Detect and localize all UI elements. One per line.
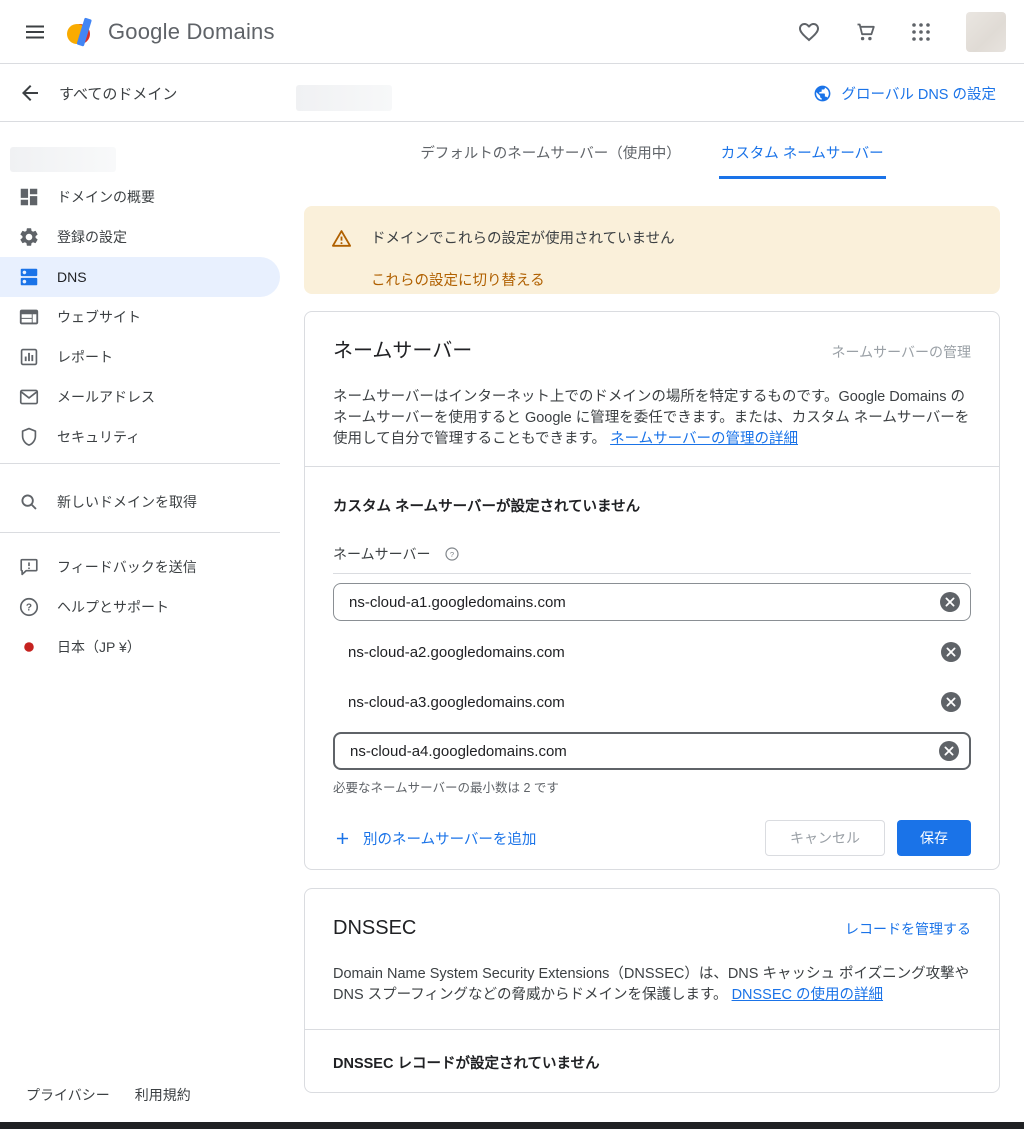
apps-grid-icon[interactable] bbox=[908, 19, 934, 45]
dns-icon bbox=[18, 266, 40, 288]
sidebar-item-registration-settings[interactable]: 登録の設定 bbox=[0, 217, 280, 257]
sidebar-item-get-new-domain[interactable]: 新しいドメインを取得 bbox=[0, 482, 280, 522]
tab-custom-nameservers[interactable]: カスタム ネームサーバー bbox=[719, 122, 886, 179]
sidebar-item-domain-overview[interactable]: ドメインの概要 bbox=[0, 177, 280, 217]
sidebar-divider bbox=[0, 463, 280, 464]
add-nameserver-link[interactable]: 別のネームサーバーを追加 bbox=[333, 828, 536, 849]
card-divider bbox=[305, 1029, 999, 1030]
clear-input-icon[interactable] bbox=[939, 591, 961, 613]
dnssec-card: DNSSEC レコードを管理する Domain Name System Secu… bbox=[304, 888, 1000, 1093]
manage-records-link[interactable]: レコードを管理する bbox=[845, 919, 971, 939]
google-domains-logo-icon bbox=[66, 15, 98, 49]
warning-banner: ドメインでこれらの設定が使用されていません これらの設定に切り替える bbox=[304, 206, 1000, 294]
help-circle-icon[interactable]: ? bbox=[444, 546, 460, 562]
gear-icon bbox=[18, 226, 40, 248]
global-dns-settings-label: グローバル DNS の設定 bbox=[841, 83, 996, 104]
heart-icon[interactable] bbox=[796, 19, 822, 45]
nameserver-input-row bbox=[333, 583, 971, 621]
globe-icon bbox=[813, 84, 832, 103]
nameserver-input-3[interactable] bbox=[333, 683, 971, 721]
footer-links: プライバシー 利用規約 bbox=[26, 1085, 191, 1105]
back-arrow-icon[interactable] bbox=[17, 80, 43, 106]
dnssec-card-header: DNSSEC レコードを管理する bbox=[333, 915, 971, 941]
bottom-bar bbox=[0, 1122, 1024, 1129]
shield-icon bbox=[18, 426, 40, 448]
min-nameservers-helper: 必要なネームサーバーの最小数は 2 です bbox=[333, 780, 971, 797]
dnssec-empty-state: DNSSEC レコードが設定されていません bbox=[333, 1054, 971, 1074]
main-content: デフォルトのネームサーバー（使用中） カスタム ネームサーバー ドメインでこれら… bbox=[304, 122, 1000, 1129]
report-icon bbox=[18, 346, 40, 368]
all-domains-label[interactable]: すべてのドメイン bbox=[59, 83, 177, 104]
domain-overview-icon bbox=[18, 186, 40, 208]
nameserver-card-actions: 別のネームサーバーを追加 キャンセル 保存 bbox=[333, 820, 971, 856]
nameserver-tabs: デフォルトのネームサーバー（使用中） カスタム ネームサーバー bbox=[304, 122, 1000, 179]
redacted-domain-name bbox=[10, 147, 116, 172]
app-bar: Google Domains bbox=[0, 0, 1024, 64]
terms-link[interactable]: 利用規約 bbox=[135, 1085, 191, 1105]
sidebar-item-send-feedback[interactable]: フィードバックを送信 bbox=[0, 547, 280, 587]
nameserver-input-1[interactable] bbox=[334, 584, 970, 620]
brand-name: Google Domains bbox=[108, 19, 275, 45]
clear-input-icon[interactable] bbox=[940, 691, 962, 713]
custom-nameservers-empty-state: カスタム ネームサーバーが設定されていません bbox=[333, 497, 971, 517]
dnssec-description: Domain Name System Security Extensions（D… bbox=[333, 964, 971, 1006]
domain-sub-header: すべてのドメイン グローバル DNS の設定 bbox=[0, 65, 1024, 122]
warning-message: ドメインでこれらの設定が使用されていません bbox=[371, 227, 675, 248]
search-icon bbox=[18, 491, 40, 513]
sidebar-item-website[interactable]: ウェブサイト bbox=[0, 297, 280, 337]
global-dns-settings-link[interactable]: グローバル DNS の設定 bbox=[813, 83, 996, 104]
mail-icon bbox=[18, 386, 40, 408]
google-domains-logo[interactable]: Google Domains bbox=[66, 15, 275, 49]
manage-nameservers-label: ネームサーバーの管理 bbox=[832, 342, 971, 362]
nameserver-learn-more-link[interactable]: ネームサーバーの管理の詳細 bbox=[610, 431, 798, 447]
menu-icon[interactable] bbox=[22, 20, 48, 44]
warning-banner-body: ドメインでこれらの設定が使用されていません これらの設定に切り替える bbox=[371, 227, 675, 273]
redacted-domain-name bbox=[296, 85, 392, 111]
google-domains-page: Google Domains すべてのドメイン グローバル DNS の bbox=[0, 0, 1024, 1129]
dnssec-learn-more-link[interactable]: DNSSEC の使用の詳細 bbox=[732, 987, 883, 1003]
feedback-icon bbox=[18, 556, 40, 578]
nameserver-input-4[interactable] bbox=[335, 734, 969, 768]
sidebar-item-locale-japan[interactable]: 日本（JP ¥） bbox=[0, 627, 280, 667]
help-icon: ? bbox=[18, 596, 40, 618]
sidebar-item-email[interactable]: メールアドレス bbox=[0, 377, 280, 417]
button-group: キャンセル 保存 bbox=[765, 820, 971, 856]
sidebar-item-reports[interactable]: レポート bbox=[0, 337, 280, 377]
svg-text:?: ? bbox=[26, 603, 32, 614]
nameserver-description: ネームサーバーはインターネット上でのドメインの場所を特定するものです。Googl… bbox=[333, 387, 971, 450]
nameserver-input-row bbox=[333, 732, 971, 770]
sidebar-divider bbox=[0, 532, 280, 533]
nameserver-input-2[interactable] bbox=[333, 633, 971, 671]
nameserver-card-header: ネームサーバー ネームサーバーの管理 bbox=[333, 338, 971, 364]
app-bar-actions bbox=[796, 12, 1024, 52]
nameserver-input-row bbox=[333, 683, 971, 721]
nameserver-field-label: ネームサーバー bbox=[333, 544, 430, 564]
sidebar: ドメインの概要 登録の設定 DNS ウェブサイト レポート メールアドレス セキ… bbox=[0, 122, 280, 1082]
cart-icon[interactable] bbox=[852, 19, 878, 45]
cancel-button[interactable]: キャンセル bbox=[765, 820, 885, 856]
save-button[interactable]: 保存 bbox=[897, 820, 971, 856]
sidebar-item-help-support[interactable]: ? ヘルプとサポート bbox=[0, 587, 280, 627]
japan-flag-dot bbox=[18, 636, 40, 658]
sidebar-item-dns[interactable]: DNS bbox=[0, 257, 280, 297]
switch-settings-link[interactable]: これらの設定に切り替える bbox=[371, 269, 545, 290]
tab-default-nameservers[interactable]: デフォルトのネームサーバー（使用中） bbox=[418, 122, 682, 179]
nameserver-card: ネームサーバー ネームサーバーの管理 ネームサーバーはインターネット上でのドメイ… bbox=[304, 311, 1000, 870]
plus-icon bbox=[333, 829, 352, 848]
svg-text:?: ? bbox=[450, 550, 454, 559]
field-divider bbox=[333, 573, 971, 574]
sidebar-item-security[interactable]: セキュリティ bbox=[0, 417, 280, 457]
avatar[interactable] bbox=[966, 12, 1006, 52]
website-icon bbox=[18, 306, 40, 328]
nameserver-field-label-row: ネームサーバー ? bbox=[333, 544, 971, 564]
nameserver-input-row bbox=[333, 633, 971, 671]
clear-input-icon[interactable] bbox=[940, 641, 962, 663]
warning-triangle-icon bbox=[330, 227, 353, 273]
nameserver-card-title: ネームサーバー bbox=[333, 338, 472, 364]
privacy-link[interactable]: プライバシー bbox=[26, 1085, 110, 1105]
add-nameserver-label: 別のネームサーバーを追加 bbox=[363, 828, 536, 849]
card-divider bbox=[305, 466, 999, 467]
dnssec-card-title: DNSSEC bbox=[333, 915, 416, 941]
clear-input-icon[interactable] bbox=[938, 740, 960, 762]
